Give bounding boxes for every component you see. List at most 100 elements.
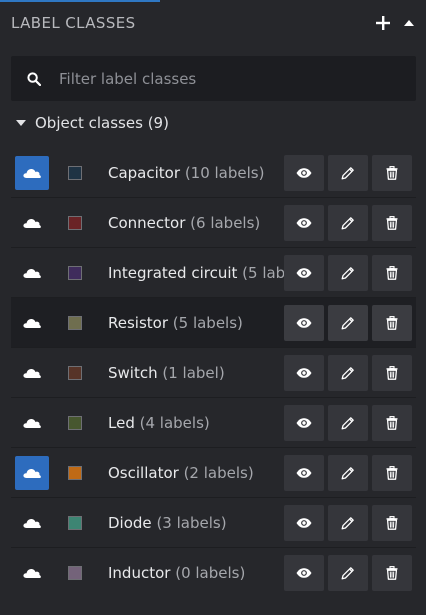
visibility-toggle-button[interactable] [15, 206, 49, 240]
delete-button[interactable] [372, 355, 412, 391]
class-label-count: (6 labels) [190, 214, 261, 232]
color-swatch[interactable] [68, 216, 82, 230]
delete-button[interactable] [372, 555, 412, 591]
delete-button[interactable] [372, 405, 412, 441]
label-class-row-diode[interactable]: Diode (3 labels) [11, 498, 416, 548]
class-label-count: (10 labels) [184, 164, 265, 182]
pencil-icon [341, 417, 354, 430]
delete-button[interactable] [372, 205, 412, 241]
color-swatch[interactable] [68, 266, 82, 280]
class-name: Oscillator [108, 464, 179, 482]
view-button[interactable] [284, 505, 324, 541]
panel-title: LABEL CLASSES [11, 14, 136, 32]
edit-button[interactable] [328, 555, 368, 591]
view-button[interactable] [284, 405, 324, 441]
eye-icon [296, 368, 312, 378]
color-swatch[interactable] [68, 166, 82, 180]
panel-header: LABEL CLASSES [0, 0, 426, 46]
label-class-row-capacitor[interactable]: Capacitor (10 labels) [11, 148, 416, 198]
label-class-row-connector[interactable]: Connector (6 labels) [11, 198, 416, 248]
view-button[interactable] [284, 455, 324, 491]
row-actions [284, 155, 412, 191]
row-actions [284, 355, 412, 391]
object-classes-group-toggle[interactable]: Object classes (9) [16, 110, 169, 136]
edit-button[interactable] [328, 405, 368, 441]
cloud-icon [23, 569, 41, 578]
header-actions [376, 16, 414, 30]
add-class-button[interactable] [376, 16, 390, 30]
label-class-row-led[interactable]: Led (4 labels) [11, 398, 416, 448]
label-class-row-resistor[interactable]: Resistor (5 labels) [11, 298, 416, 348]
class-label-count: (0 labels) [175, 564, 246, 582]
class-label: Inductor (0 labels) [108, 548, 245, 598]
cloud-icon [23, 269, 41, 278]
class-label-count: (5 labels) [242, 264, 285, 282]
group-name: Object classes [35, 114, 143, 132]
group-count: (9) [147, 114, 169, 132]
edit-button[interactable] [328, 505, 368, 541]
color-swatch[interactable] [68, 466, 82, 480]
edit-button[interactable] [328, 355, 368, 391]
visibility-toggle-button[interactable] [15, 356, 49, 390]
row-actions [284, 255, 412, 291]
pencil-icon [341, 317, 354, 330]
visibility-toggle-button[interactable] [15, 256, 49, 290]
delete-button[interactable] [372, 455, 412, 491]
class-name: Switch [108, 364, 158, 382]
label-class-row-inductor[interactable]: Inductor (0 labels) [11, 548, 416, 598]
delete-button[interactable] [372, 155, 412, 191]
delete-button[interactable] [372, 505, 412, 541]
filter-field[interactable] [11, 56, 416, 101]
delete-button[interactable] [372, 305, 412, 341]
trash-icon [386, 316, 398, 330]
label-class-row-oscillator[interactable]: Oscillator (2 labels) [11, 448, 416, 498]
edit-button[interactable] [328, 305, 368, 341]
pencil-icon [341, 267, 354, 280]
pencil-icon [341, 167, 354, 180]
view-button[interactable] [284, 305, 324, 341]
row-actions [284, 205, 412, 241]
trash-icon [386, 466, 398, 480]
row-actions [284, 555, 412, 591]
edit-button[interactable] [328, 455, 368, 491]
cloud-icon [23, 519, 41, 528]
visibility-toggle-button[interactable] [15, 306, 49, 340]
color-swatch[interactable] [68, 566, 82, 580]
class-label: Switch (1 label) [108, 348, 225, 398]
filter-input[interactable] [57, 68, 391, 89]
color-swatch[interactable] [68, 316, 82, 330]
class-label-count: (2 labels) [183, 464, 254, 482]
visibility-toggle-button[interactable] [15, 406, 49, 440]
cloud-icon [23, 169, 41, 178]
color-swatch[interactable] [68, 516, 82, 530]
view-button[interactable] [284, 255, 324, 291]
view-button[interactable] [284, 555, 324, 591]
class-label-count: (4 labels) [139, 414, 210, 432]
eye-icon [296, 468, 312, 478]
class-label: Connector (6 labels) [108, 198, 260, 248]
collapse-panel-button[interactable] [404, 20, 414, 26]
view-button[interactable] [284, 205, 324, 241]
class-name: Capacitor [108, 164, 181, 182]
row-actions [284, 505, 412, 541]
visibility-toggle-button[interactable] [15, 456, 49, 490]
eye-icon [296, 568, 312, 578]
color-swatch[interactable] [68, 366, 82, 380]
visibility-toggle-button[interactable] [15, 506, 49, 540]
class-label: Capacitor (10 labels) [108, 148, 264, 198]
label-class-row-switch[interactable]: Switch (1 label) [11, 348, 416, 398]
view-button[interactable] [284, 155, 324, 191]
class-name: Resistor [108, 314, 168, 332]
delete-button[interactable] [372, 255, 412, 291]
edit-button[interactable] [328, 205, 368, 241]
pencil-icon [341, 567, 354, 580]
view-button[interactable] [284, 355, 324, 391]
visibility-toggle-button[interactable] [15, 556, 49, 590]
edit-button[interactable] [328, 255, 368, 291]
pencil-icon [341, 517, 354, 530]
color-swatch[interactable] [68, 416, 82, 430]
edit-button[interactable] [328, 155, 368, 191]
class-label-count: (1 label) [162, 364, 225, 382]
visibility-toggle-button[interactable] [15, 156, 49, 190]
label-class-row-integrated-circuit[interactable]: Integrated circuit (5 labels) [11, 248, 416, 298]
